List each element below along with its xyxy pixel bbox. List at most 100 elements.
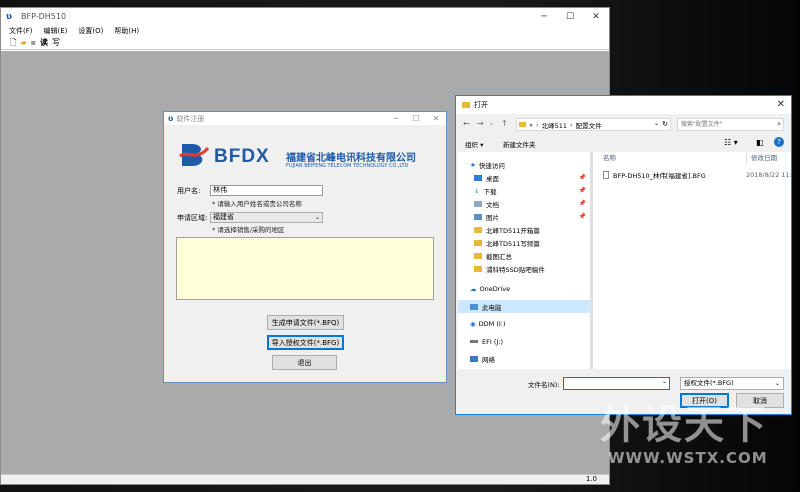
open-folder-icon[interactable]: ▰ bbox=[20, 38, 26, 48]
save-icon[interactable]: ▪ bbox=[31, 38, 36, 48]
nav-documents[interactable]: 文档 📌 bbox=[458, 197, 590, 210]
column-header-date[interactable]: 修改日期 bbox=[746, 152, 777, 164]
folder-icon bbox=[474, 252, 482, 259]
version-label: 1.0 bbox=[585, 475, 597, 483]
pin-icon: 📌 bbox=[578, 213, 586, 220]
username-input[interactable]: 林伟 bbox=[210, 185, 323, 196]
nav-folder-1[interactable]: 北峰TD511开箱篇 bbox=[458, 223, 590, 236]
forward-arrow-icon[interactable]: → bbox=[477, 119, 484, 128]
filename-input[interactable]: ⌄ bbox=[563, 377, 670, 390]
region-value: 福建省 bbox=[213, 213, 234, 221]
new-folder-button[interactable]: 新建文件夹 bbox=[503, 139, 536, 149]
path-segment-parent[interactable]: 北峰511 bbox=[542, 120, 567, 130]
document-icon bbox=[474, 200, 482, 207]
close-icon[interactable]: ✕ bbox=[777, 99, 785, 110]
address-bar[interactable]: « › 北峰511 › 配置文件 ⌄ ↻ bbox=[516, 118, 671, 131]
horizontal-scrollbar[interactable] bbox=[458, 369, 791, 373]
menu-help[interactable]: 帮助(H) bbox=[114, 26, 139, 36]
filetype-select[interactable]: 授权文件(*.BFG) ⌄ bbox=[680, 377, 784, 390]
minimize-icon[interactable]: ─ bbox=[386, 112, 406, 125]
new-file-icon[interactable]: 🗋 bbox=[10, 38, 16, 48]
file-date: 2018/8/22 11: bbox=[746, 170, 791, 179]
menu-settings[interactable]: 设置(O) bbox=[78, 26, 103, 36]
import-license-button[interactable]: 导入授权文件(*.BFG) bbox=[267, 335, 344, 350]
command-bar: 组织 ▾ 新建文件夹 ☷ ▾ ◧ ? bbox=[456, 136, 791, 150]
region-select[interactable]: 福建省 ⌄ bbox=[210, 212, 323, 223]
refresh-icon[interactable]: ↻ bbox=[662, 120, 668, 128]
brand-name: BFDX bbox=[214, 146, 270, 167]
file-row[interactable]: BFP-DH510_林伟[福建省].BFG 2018/8/22 11: bbox=[603, 169, 791, 180]
star-icon: ★ bbox=[470, 160, 476, 169]
menu-edit[interactable]: 编辑(E) bbox=[44, 26, 68, 36]
drive-icon bbox=[470, 340, 478, 343]
chevron-down-icon: ⌄ bbox=[774, 380, 780, 387]
desktop-icon bbox=[474, 174, 482, 181]
maximize-icon[interactable]: ☐ bbox=[557, 8, 583, 25]
nav-this-pc[interactable]: 此电脑 bbox=[458, 300, 590, 313]
nav-label: EFI (J:) bbox=[482, 337, 504, 346]
nav-onedrive[interactable]: ☁ OneDrive bbox=[458, 282, 590, 295]
watermark-url: WWW.WSTX.COM bbox=[608, 449, 768, 467]
help-icon[interactable]: ? bbox=[774, 137, 784, 147]
path-segment-current[interactable]: 配置文件 bbox=[576, 120, 602, 130]
preview-pane-icon[interactable]: ◧ bbox=[756, 138, 764, 147]
exit-button[interactable]: 退出 bbox=[272, 355, 337, 370]
company-name-en: FUJIAN BEIFENG TELECOM TECHNOLOGY CO.,LT… bbox=[286, 163, 409, 169]
path-separator: › bbox=[570, 120, 573, 129]
drive-icon: ◉ bbox=[470, 319, 476, 328]
filename-row: 文件名(N): ⌄ 授权文件(*.BFG) ⌄ bbox=[456, 376, 791, 390]
menubar: 文件(F) 编辑(E) 设置(O) 帮助(H) bbox=[1, 25, 609, 37]
nav-label: OneDrive bbox=[479, 284, 511, 293]
nav-drive-i[interactable]: ◉ DDM (I:) bbox=[458, 317, 590, 330]
nav-pictures[interactable]: 图片 📌 bbox=[458, 210, 590, 223]
filetype-value: 授权文件(*.BFG) bbox=[684, 379, 734, 387]
nav-label: 北峰TD511写频篇 bbox=[486, 239, 540, 248]
nav-folder-3[interactable]: 截图汇总 bbox=[458, 249, 590, 262]
nav-folder-2[interactable]: 北峰TD511写频篇 bbox=[458, 236, 590, 249]
info-memo[interactable] bbox=[176, 237, 434, 300]
view-options-icon[interactable]: ☷ ▾ bbox=[724, 138, 738, 147]
folder-icon bbox=[474, 239, 482, 246]
search-icon: ⌕ bbox=[777, 120, 781, 128]
write-button[interactable]: 写 bbox=[52, 38, 60, 48]
picture-icon bbox=[474, 213, 482, 220]
maximize-icon[interactable]: ☐ bbox=[406, 112, 426, 125]
register-window-controls: ─ ☐ ✕ bbox=[386, 112, 446, 125]
back-arrow-icon[interactable]: ← bbox=[463, 119, 470, 128]
bfdx-logo-icon bbox=[179, 144, 210, 166]
nav-drive-j[interactable]: EFI (J:) bbox=[458, 335, 590, 348]
watermark: 外设天下 WWW.WSTX.COM bbox=[600, 405, 768, 467]
recent-dropdown-icon[interactable]: ⌄ bbox=[489, 120, 494, 127]
up-arrow-icon[interactable]: ↑ bbox=[501, 119, 508, 128]
open-dialog-titlebar: 打开 ✕ bbox=[456, 96, 791, 114]
close-icon[interactable]: ✕ bbox=[426, 112, 446, 125]
path-overflow[interactable]: « bbox=[529, 121, 533, 129]
status-bar: 1.0 bbox=[1, 474, 609, 484]
minimize-icon[interactable]: ─ bbox=[531, 8, 557, 25]
close-icon[interactable]: ✕ bbox=[583, 8, 609, 25]
nav-desktop[interactable]: 桌面 📌 bbox=[458, 171, 590, 184]
file-icon bbox=[603, 170, 609, 179]
nav-folder-4[interactable]: 浦科特SSD贴吧稿件 bbox=[458, 262, 590, 275]
folder-icon bbox=[462, 102, 470, 108]
nav-label: 北峰TD511开箱篇 bbox=[486, 226, 540, 235]
nav-quick-access[interactable]: ★ 快速访问 bbox=[458, 158, 590, 171]
region-hint: * 请选择销售/采购的地区 bbox=[212, 226, 285, 234]
column-header-name[interactable]: 名称 bbox=[603, 152, 616, 164]
nav-downloads[interactable]: ↓ 下载 📌 bbox=[458, 184, 590, 197]
pin-icon: 📌 bbox=[578, 200, 586, 207]
read-button[interactable]: 读 bbox=[40, 38, 48, 48]
register-dialog: ʋ 软件注册 ─ ☐ ✕ BFDX 福建省北峰电讯科技有限公司 FUJIAN B… bbox=[163, 111, 447, 383]
app-logo-icon: ʋ bbox=[6, 11, 13, 22]
path-separator: › bbox=[535, 120, 539, 129]
search-input[interactable]: 搜索"配置文件" ⌕ bbox=[677, 118, 784, 131]
menu-file[interactable]: 文件(F) bbox=[9, 26, 33, 36]
organize-button[interactable]: 组织 ▾ bbox=[465, 139, 483, 149]
nav-label: 截图汇总 bbox=[486, 252, 512, 261]
chevron-down-icon[interactable]: ⌄ bbox=[654, 120, 659, 127]
pin-icon: 📌 bbox=[578, 174, 586, 181]
chevron-down-icon[interactable]: ⌄ bbox=[662, 378, 667, 385]
pin-icon: 📌 bbox=[578, 187, 586, 194]
nav-network[interactable]: 网络 bbox=[458, 352, 590, 365]
generate-request-button[interactable]: 生成申请文件(*.BFQ) bbox=[267, 315, 344, 330]
